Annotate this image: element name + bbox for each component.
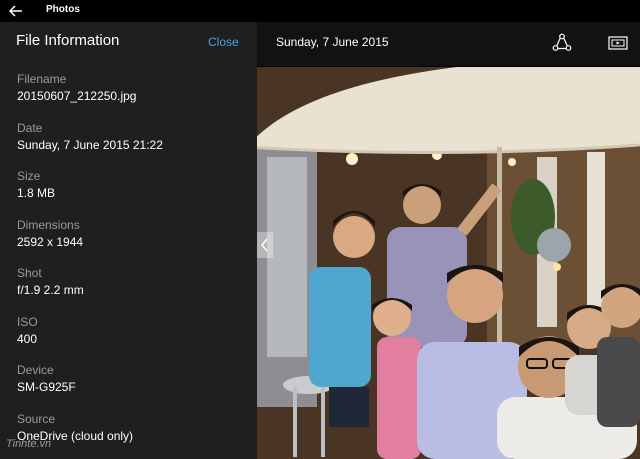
field-value: 400 xyxy=(17,332,38,346)
group-selfie-photo xyxy=(257,67,640,459)
photo-image[interactable] xyxy=(257,67,640,459)
field-label: Size xyxy=(17,169,41,183)
photo-date: Sunday, 7 June 2015 xyxy=(276,35,389,49)
photo-viewer: Sunday, 7 June 2015 xyxy=(257,22,640,459)
title-bar: Photos xyxy=(0,0,640,22)
previous-photo-button[interactable] xyxy=(257,232,273,258)
back-button[interactable] xyxy=(6,2,26,20)
file-info-panel: File Information Close Filename 20150607… xyxy=(0,22,257,459)
field-label: Date xyxy=(17,121,43,135)
field-value: SM-G925F xyxy=(17,380,76,394)
field-value: 1.8 MB xyxy=(17,186,56,200)
field-value: Sunday, 7 June 2015 21:22 xyxy=(17,138,163,152)
back-arrow-icon xyxy=(9,5,22,17)
watermark: Tinhte.vn xyxy=(6,438,52,450)
field-label: Dimensions xyxy=(17,218,80,232)
slideshow-icon xyxy=(608,36,628,50)
field-dimensions: Dimensions 2592 x 1944 xyxy=(17,218,83,250)
close-button[interactable]: Close xyxy=(208,35,239,49)
viewer-toolbar: Sunday, 7 June 2015 xyxy=(257,22,640,66)
field-value: f/1.9 2.2 mm xyxy=(17,283,84,297)
panel-title: File Information xyxy=(16,32,120,49)
field-label: Shot xyxy=(17,266,42,280)
app-title: Photos xyxy=(46,4,80,15)
share-icon xyxy=(552,33,572,51)
field-filename: Filename 20150607_212250.jpg xyxy=(17,72,136,104)
slideshow-button[interactable] xyxy=(607,32,629,54)
field-shot: Shot f/1.9 2.2 mm xyxy=(17,266,84,298)
chevron-left-icon xyxy=(257,232,273,258)
field-label: Device xyxy=(17,363,54,377)
field-label: Filename xyxy=(17,72,67,86)
field-label: ISO xyxy=(17,315,38,329)
field-device: Device SM-G925F xyxy=(17,363,76,395)
share-button[interactable] xyxy=(551,32,573,54)
field-value: 2592 x 1944 xyxy=(17,235,84,249)
field-date: Date Sunday, 7 June 2015 21:22 xyxy=(17,121,163,153)
field-value: 20150607_212250.jpg xyxy=(17,89,137,103)
field-size: Size 1.8 MB xyxy=(17,169,55,201)
field-label: Source xyxy=(17,412,56,426)
field-iso: ISO 400 xyxy=(17,315,38,347)
